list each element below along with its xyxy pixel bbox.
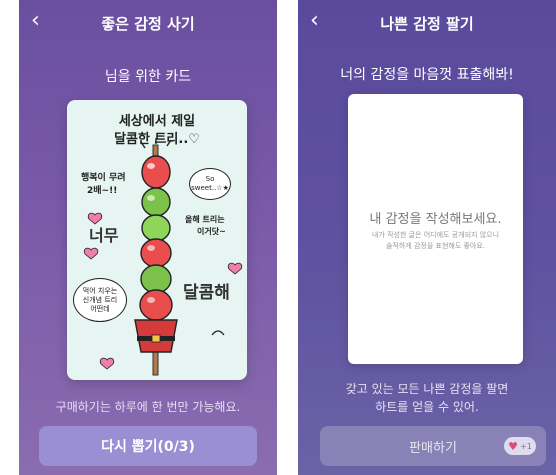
bubble-sweet: So sweet..☆★ <box>189 168 231 200</box>
card-text-neomu: 너무 <box>89 226 119 245</box>
sell-button[interactable]: 판매하기 ♥ +1 <box>320 426 546 466</box>
emotion-text-area[interactable]: 내 감정을 작성해보세요. 내가 작성한 글은 어디에도 공개되지 않으니 솔직… <box>348 94 523 364</box>
express-subtitle: 너의 감정을 마음껏 표출해봐! <box>340 67 514 83</box>
sell-bad-emotion-screen: ‹ 나쁜 감정 팔기 너의 감정을 마음껏 표출해봐! 내 감정을 작성해보세요… <box>298 0 556 475</box>
purchase-limit-note: 구매하기는 하루에 한 번만 가능해요. <box>55 400 241 414</box>
top-bar: ‹ 좋은 감정 사기 <box>19 0 277 46</box>
card-subtitle: 님을 위한 카드 <box>104 69 192 85</box>
bubble-eat-line-3: 어떤데 <box>90 304 110 313</box>
bubble-eat: 먹어 치우는 신개념 트리 어떤데 <box>73 278 127 322</box>
bubble-eat-line-2: 신개념 트리 <box>82 295 118 304</box>
card-text-happy-1: 행복이 무려 <box>81 173 126 183</box>
redraw-button[interactable]: 다시 뽑기(0/3) <box>39 426 257 466</box>
buy-good-emotion-screen: ‹ 좋은 감정 사기 님을 위한 카드 세상에서 제일 달콤한 트리..♡ 행복… <box>19 0 277 475</box>
sell-note-line-2: 하트를 얻을 수 있어. <box>375 400 479 414</box>
emotion-placeholder-sub: 내가 작성한 글은 어디에도 공개되지 않으니 솔직하게 감정을 표현해도 좋아… <box>358 230 513 252</box>
card-text-dalkom: 달콤해 <box>183 283 230 303</box>
emotion-placeholder-sub-2: 솔직하게 감정을 표현해도 좋아요. <box>385 242 486 250</box>
top-bar: ‹ 나쁜 감정 팔기 <box>298 0 556 46</box>
sell-note: 갖고 있는 모든 나쁜 감정을 팔면 하트를 얻을 수 있어. <box>298 380 556 416</box>
heart-reward-count: +1 <box>520 441 532 451</box>
card-text-happy-2: 2배~!! <box>87 186 118 196</box>
emotion-card: 세상에서 제일 달콤한 트리..♡ 행복이 무려 2배~!! So sweet.… <box>67 100 247 380</box>
card-text-winter-2: 이거닷~ <box>197 227 226 236</box>
card-text-winter-1: 올해 트리는 <box>185 215 225 224</box>
heart-icon: ♥ <box>508 439 519 453</box>
bubble-eat-line-1: 먹어 치우는 <box>82 286 118 295</box>
page-title: 나쁜 감정 팔기 <box>380 15 474 33</box>
page-title: 좋은 감정 사기 <box>101 15 195 33</box>
heart-reward-badge: ♥ +1 <box>504 437 536 455</box>
emotion-placeholder-sub-1: 내가 작성한 글은 어디에도 공개되지 않으니 <box>371 231 500 239</box>
sell-note-line-1: 갖고 있는 모든 나쁜 감정을 팔면 <box>345 382 509 396</box>
sell-button-label: 판매하기 <box>409 440 457 456</box>
emotion-placeholder: 내 감정을 작성해보세요. <box>369 212 502 227</box>
